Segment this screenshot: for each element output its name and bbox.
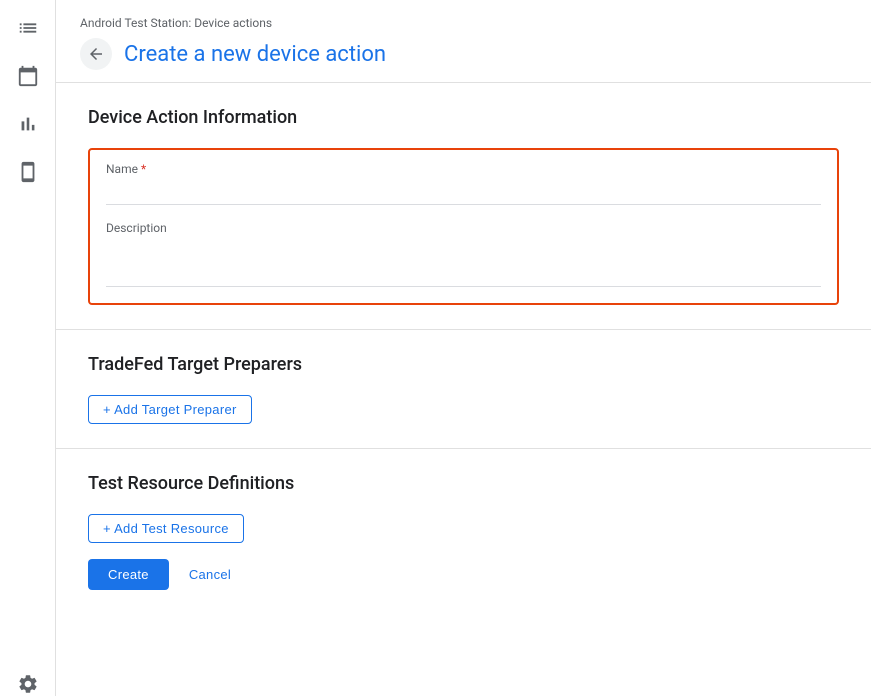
breadcrumb: Android Test Station: Device actions	[80, 16, 847, 30]
back-button[interactable]	[80, 38, 112, 70]
form-action-row: Create Cancel	[88, 559, 839, 590]
page-title-row: Create a new device action	[80, 38, 847, 70]
device-action-section: Device Action Information Name * Descrip…	[56, 83, 871, 330]
test-resource-section: Test Resource Definitions + Add Test Res…	[56, 449, 871, 614]
add-test-resource-button[interactable]: + Add Test Resource	[88, 514, 244, 543]
page-header: Android Test Station: Device actions Cre…	[56, 0, 871, 83]
description-input[interactable]	[106, 239, 821, 287]
add-target-preparer-button[interactable]: + Add Target Preparer	[88, 395, 252, 424]
name-input[interactable]	[106, 180, 821, 205]
tradefed-title: TradeFed Target Preparers	[88, 354, 839, 375]
description-label: Description	[106, 221, 821, 235]
name-field-container: Name *	[106, 162, 821, 205]
description-field-container: Description	[106, 221, 821, 291]
sidebar-icon-calendar[interactable]	[16, 64, 40, 88]
sidebar	[0, 0, 56, 696]
cancel-button[interactable]: Cancel	[177, 559, 243, 590]
test-resource-title: Test Resource Definitions	[88, 473, 839, 494]
device-action-title: Device Action Information	[88, 107, 839, 128]
tradefed-section: TradeFed Target Preparers + Add Target P…	[56, 330, 871, 449]
sidebar-icon-phone[interactable]	[16, 160, 40, 184]
sidebar-icon-chart[interactable]	[16, 112, 40, 136]
sidebar-icon-settings[interactable]	[16, 672, 40, 696]
device-action-form-group: Name * Description	[88, 148, 839, 305]
create-button[interactable]: Create	[88, 559, 169, 590]
page-title: Create a new device action	[124, 42, 386, 67]
sidebar-icon-list[interactable]	[16, 16, 40, 40]
main-content: Android Test Station: Device actions Cre…	[56, 0, 871, 696]
name-label: Name *	[106, 162, 821, 176]
name-required-indicator: *	[141, 162, 146, 176]
